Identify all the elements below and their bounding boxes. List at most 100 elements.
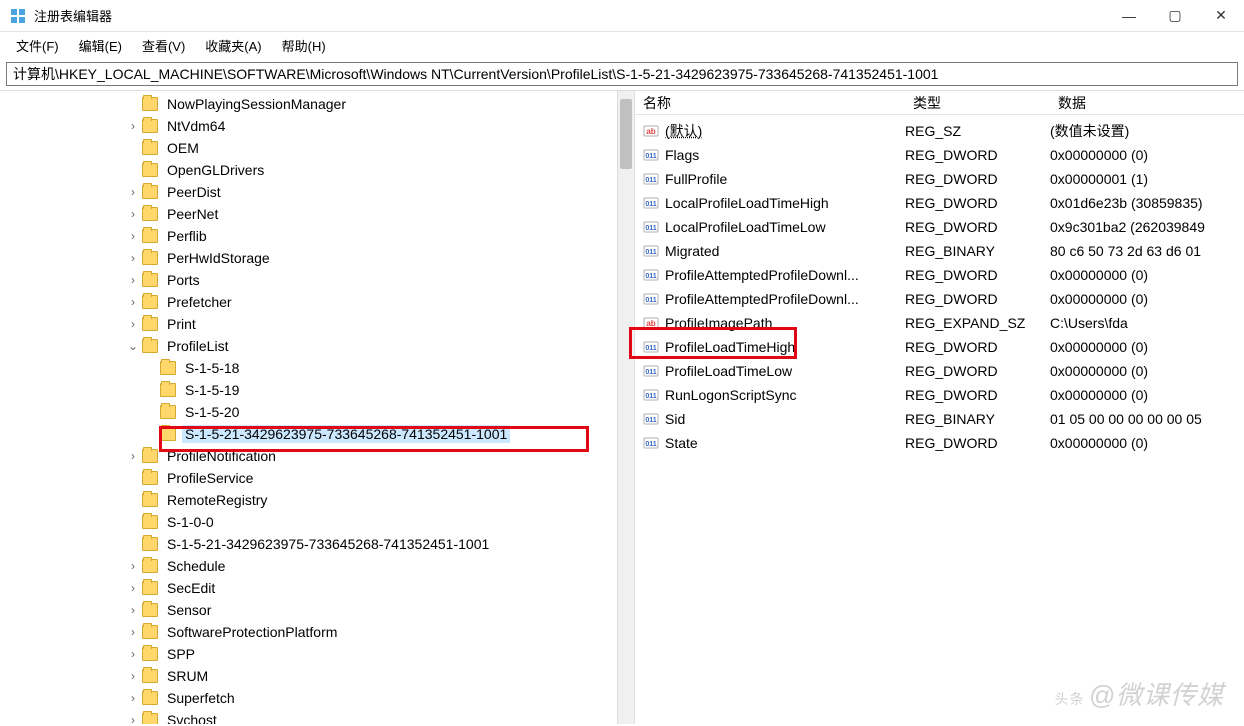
value-data: 0x00000000 (0) xyxy=(1050,147,1244,163)
tree-node-label: S-1-5-20 xyxy=(182,403,242,421)
value-row[interactable]: 011RunLogonScriptSyncREG_DWORD0x00000000… xyxy=(635,383,1244,407)
chevron-right-icon[interactable]: › xyxy=(126,185,140,199)
value-row[interactable]: 011ProfileAttemptedProfileDownl...REG_DW… xyxy=(635,263,1244,287)
tree-node[interactable]: ›PeerNet xyxy=(0,203,617,225)
tree-node[interactable]: S-1-5-20 xyxy=(0,401,617,423)
chevron-right-icon[interactable]: › xyxy=(126,625,140,639)
tree-node[interactable]: NowPlayingSessionManager xyxy=(0,93,617,115)
maximize-button[interactable]: ▢ xyxy=(1152,0,1198,32)
column-data[interactable]: 数据 xyxy=(1050,91,1244,115)
tree-node[interactable]: ›Print xyxy=(0,313,617,335)
tree-node[interactable]: ›Ports xyxy=(0,269,617,291)
values-list[interactable]: ab(默认)REG_SZ(数值未设置)011FlagsREG_DWORD0x00… xyxy=(635,115,1244,724)
tree-node[interactable]: ›ProfileNotification xyxy=(0,445,617,467)
value-row[interactable]: 011ProfileLoadTimeHighREG_DWORD0x0000000… xyxy=(635,335,1244,359)
tree-node[interactable]: ›SPP xyxy=(0,643,617,665)
chevron-right-icon[interactable]: › xyxy=(126,119,140,133)
svg-text:011: 011 xyxy=(645,225,656,232)
value-row[interactable]: 011StateREG_DWORD0x00000000 (0) xyxy=(635,431,1244,455)
value-row[interactable]: 011ProfileAttemptedProfileDownl...REG_DW… xyxy=(635,287,1244,311)
tree-node[interactable]: ⌄ ProfileList xyxy=(0,335,617,357)
chevron-right-icon[interactable]: › xyxy=(126,273,140,287)
chevron-right-icon[interactable]: › xyxy=(126,581,140,595)
binary-value-icon: 011 xyxy=(643,387,659,403)
tree-node[interactable]: ›Superfetch xyxy=(0,687,617,709)
menu-view[interactable]: 查看(V) xyxy=(132,34,195,57)
column-type[interactable]: 类型 xyxy=(905,91,1050,115)
value-row[interactable]: 011LocalProfileLoadTimeHighREG_DWORD0x01… xyxy=(635,191,1244,215)
value-row[interactable]: 011FullProfileREG_DWORD0x00000001 (1) xyxy=(635,167,1244,191)
value-row[interactable]: 011LocalProfileLoadTimeLowREG_DWORD0x9c3… xyxy=(635,215,1244,239)
menu-file[interactable]: 文件(F) xyxy=(6,34,69,57)
tree-node-label: RemoteRegistry xyxy=(164,491,270,509)
address-bar[interactable]: 计算机\HKEY_LOCAL_MACHINE\SOFTWARE\Microsof… xyxy=(6,62,1238,86)
chevron-right-icon[interactable]: › xyxy=(126,647,140,661)
tree-node[interactable]: S-1-5-19 xyxy=(0,379,617,401)
value-data: 0x9c301ba2 (262039849 xyxy=(1050,219,1244,235)
tree-node[interactable]: ›SecEdit xyxy=(0,577,617,599)
tree-node-label: ProfileList xyxy=(164,337,231,355)
chevron-right-icon[interactable]: › xyxy=(126,207,140,221)
value-name: (默认) xyxy=(665,121,905,141)
value-data: 0x00000000 (0) xyxy=(1050,339,1244,355)
tree-node[interactable]: ›NtVdm64 xyxy=(0,115,617,137)
binary-value-icon: 011 xyxy=(643,171,659,187)
menu-edit[interactable]: 编辑(E) xyxy=(69,34,132,57)
tree-node[interactable]: ›Prefetcher xyxy=(0,291,617,313)
chevron-right-icon[interactable]: › xyxy=(126,229,140,243)
tree-node[interactable]: ›SoftwareProtectionPlatform xyxy=(0,621,617,643)
value-row[interactable]: 011SidREG_BINARY01 05 00 00 00 00 00 05 xyxy=(635,407,1244,431)
tree-node[interactable]: OEM xyxy=(0,137,617,159)
tree-node[interactable]: ›SRUM xyxy=(0,665,617,687)
registry-tree[interactable]: NowPlayingSessionManager›NtVdm64OEMOpenG… xyxy=(0,91,617,724)
binary-value-icon: 011 xyxy=(643,195,659,211)
tree-node[interactable]: OpenGLDrivers xyxy=(0,159,617,181)
chevron-right-icon[interactable]: › xyxy=(126,449,140,463)
chevron-right-icon[interactable]: › xyxy=(126,669,140,683)
tree-node[interactable]: ›Svchost xyxy=(0,709,617,724)
menu-favorites[interactable]: 收藏夹(A) xyxy=(195,34,271,57)
tree-node[interactable]: ProfileService xyxy=(0,467,617,489)
tree-node[interactable]: S-1-5-21-3429623975-733645268-741352451-… xyxy=(0,423,617,445)
column-name[interactable]: 名称 xyxy=(635,91,905,115)
value-row[interactable]: 011MigratedREG_BINARY80 c6 50 73 2d 63 d… xyxy=(635,239,1244,263)
value-type: REG_BINARY xyxy=(905,243,1050,259)
folder-icon xyxy=(142,207,158,221)
tree-node[interactable]: ›PerHwIdStorage xyxy=(0,247,617,269)
folder-icon xyxy=(142,581,158,595)
chevron-right-icon[interactable]: › xyxy=(126,691,140,705)
chevron-right-icon[interactable]: › xyxy=(126,317,140,331)
folder-icon xyxy=(142,647,158,661)
chevron-right-icon[interactable]: › xyxy=(126,603,140,617)
svg-text:ab: ab xyxy=(646,127,655,136)
tree-node[interactable]: ›PeerDist xyxy=(0,181,617,203)
value-row[interactable]: 011FlagsREG_DWORD0x00000000 (0) xyxy=(635,143,1244,167)
value-type: REG_DWORD xyxy=(905,219,1050,235)
value-row[interactable]: ab(默认)REG_SZ(数值未设置) xyxy=(635,119,1244,143)
tree-scrollbar[interactable] xyxy=(617,91,634,724)
scrollbar-thumb[interactable] xyxy=(620,99,632,169)
menu-help[interactable]: 帮助(H) xyxy=(272,34,336,57)
chevron-right-icon[interactable]: › xyxy=(126,295,140,309)
binary-value-icon: 011 xyxy=(643,435,659,451)
value-row[interactable]: abProfileImagePathREG_EXPAND_SZC:\Users\… xyxy=(635,311,1244,335)
tree-node[interactable]: S-1-5-18 xyxy=(0,357,617,379)
tree-node[interactable]: ›Perflib xyxy=(0,225,617,247)
value-type: REG_BINARY xyxy=(905,411,1050,427)
tree-node[interactable]: RemoteRegistry xyxy=(0,489,617,511)
chevron-down-icon[interactable]: ⌄ xyxy=(126,339,140,353)
tree-node[interactable]: ›Sensor xyxy=(0,599,617,621)
value-data: (数值未设置) xyxy=(1050,121,1244,141)
folder-icon xyxy=(142,251,158,265)
value-row[interactable]: 011ProfileLoadTimeLowREG_DWORD0x00000000… xyxy=(635,359,1244,383)
chevron-right-icon[interactable]: › xyxy=(126,713,140,724)
close-button[interactable]: ✕ xyxy=(1198,0,1244,32)
minimize-button[interactable]: — xyxy=(1106,0,1152,32)
chevron-right-icon[interactable]: › xyxy=(126,251,140,265)
tree-node[interactable]: S-1-0-0 xyxy=(0,511,617,533)
tree-node[interactable]: ›Schedule xyxy=(0,555,617,577)
folder-icon xyxy=(160,427,176,441)
tree-node[interactable]: S-1-5-21-3429623975-733645268-741352451-… xyxy=(0,533,617,555)
value-type: REG_DWORD xyxy=(905,339,1050,355)
chevron-right-icon[interactable]: › xyxy=(126,559,140,573)
